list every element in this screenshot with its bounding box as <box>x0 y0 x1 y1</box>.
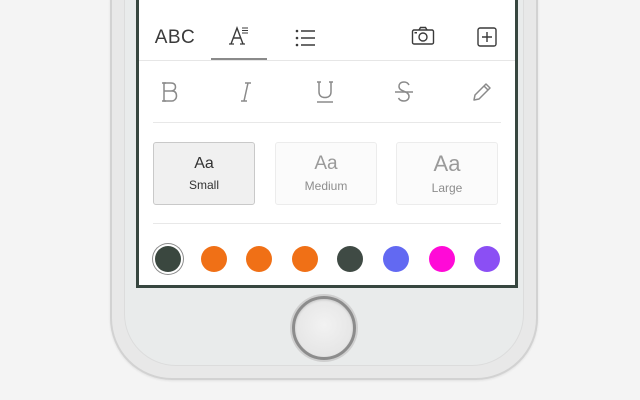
strikethrough-icon <box>395 81 413 102</box>
bold-button[interactable] <box>155 78 185 106</box>
size-medium-button[interactable]: Aa Medium <box>275 142 377 205</box>
color-swatch[interactable] <box>337 246 364 272</box>
screen: ABC Aa Small Aa Medium Aa Large <box>136 0 518 288</box>
color-palette <box>139 224 515 285</box>
size-small-sample: Aa <box>194 154 214 172</box>
color-swatch[interactable] <box>474 246 501 272</box>
camera-icon <box>411 26 435 45</box>
checklist-icon <box>295 29 315 47</box>
size-large-button[interactable]: Aa Large <box>396 142 498 205</box>
add-square-icon <box>477 27 497 47</box>
home-button[interactable] <box>292 296 356 360</box>
text-size-row: Aa Small Aa Medium Aa Large <box>139 123 515 223</box>
color-swatch[interactable] <box>291 246 318 272</box>
size-medium-label: Medium <box>304 179 348 193</box>
size-small-button[interactable]: Aa Small <box>153 142 255 205</box>
color-swatch[interactable] <box>246 246 273 272</box>
italic-button[interactable] <box>231 78 261 106</box>
size-large-sample: Aa <box>433 150 461 176</box>
color-swatch[interactable] <box>200 246 227 272</box>
size-small-label: Small <box>188 177 219 192</box>
underline-button[interactable] <box>310 78 340 106</box>
color-swatch[interactable] <box>428 246 455 272</box>
bold-icon <box>162 82 178 102</box>
text-format-icon <box>229 26 248 45</box>
tab-text-format[interactable] <box>211 24 267 60</box>
strikethrough-button[interactable] <box>389 78 419 106</box>
text-style-row <box>139 60 515 122</box>
size-medium-sample: Aa <box>314 153 338 174</box>
italic-icon <box>241 82 251 102</box>
pencil-icon <box>473 83 491 101</box>
tab-text-case-label: ABC <box>154 27 196 48</box>
color-swatch[interactable] <box>155 246 181 272</box>
color-swatch[interactable] <box>383 246 409 272</box>
formatting-toolbar: ABC <box>139 0 515 61</box>
size-large-label: Large <box>431 180 463 195</box>
pencil-button[interactable] <box>467 78 497 106</box>
underline-icon <box>317 81 333 103</box>
